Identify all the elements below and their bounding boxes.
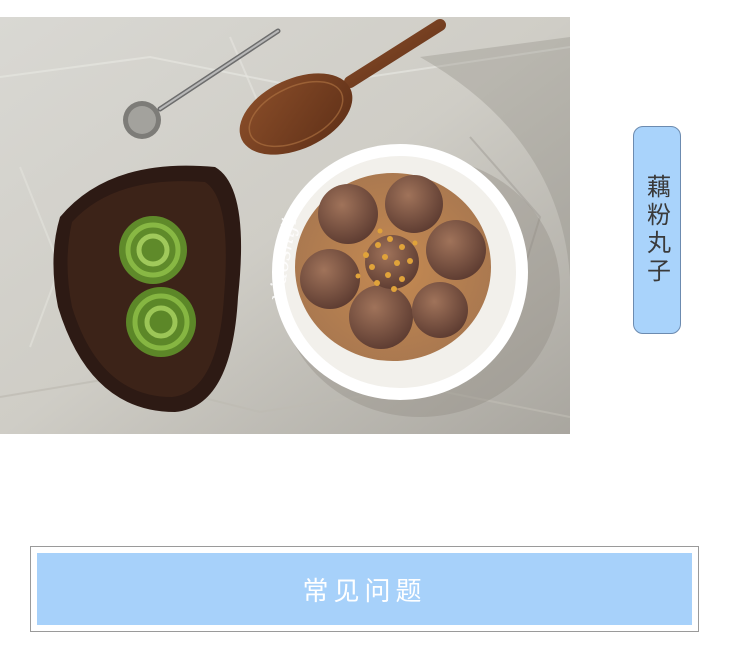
dish-name-text: 藕粉丸子	[642, 174, 671, 286]
dish-photo: xiaoshiji	[0, 17, 570, 434]
dessert-bowl	[272, 144, 528, 400]
faq-section: 常见问题	[30, 546, 699, 632]
faq-title: 常见问题	[302, 576, 427, 607]
faq-banner[interactable]: 常见问题	[37, 553, 692, 625]
dish-name-label: 藕粉丸子	[633, 126, 681, 334]
